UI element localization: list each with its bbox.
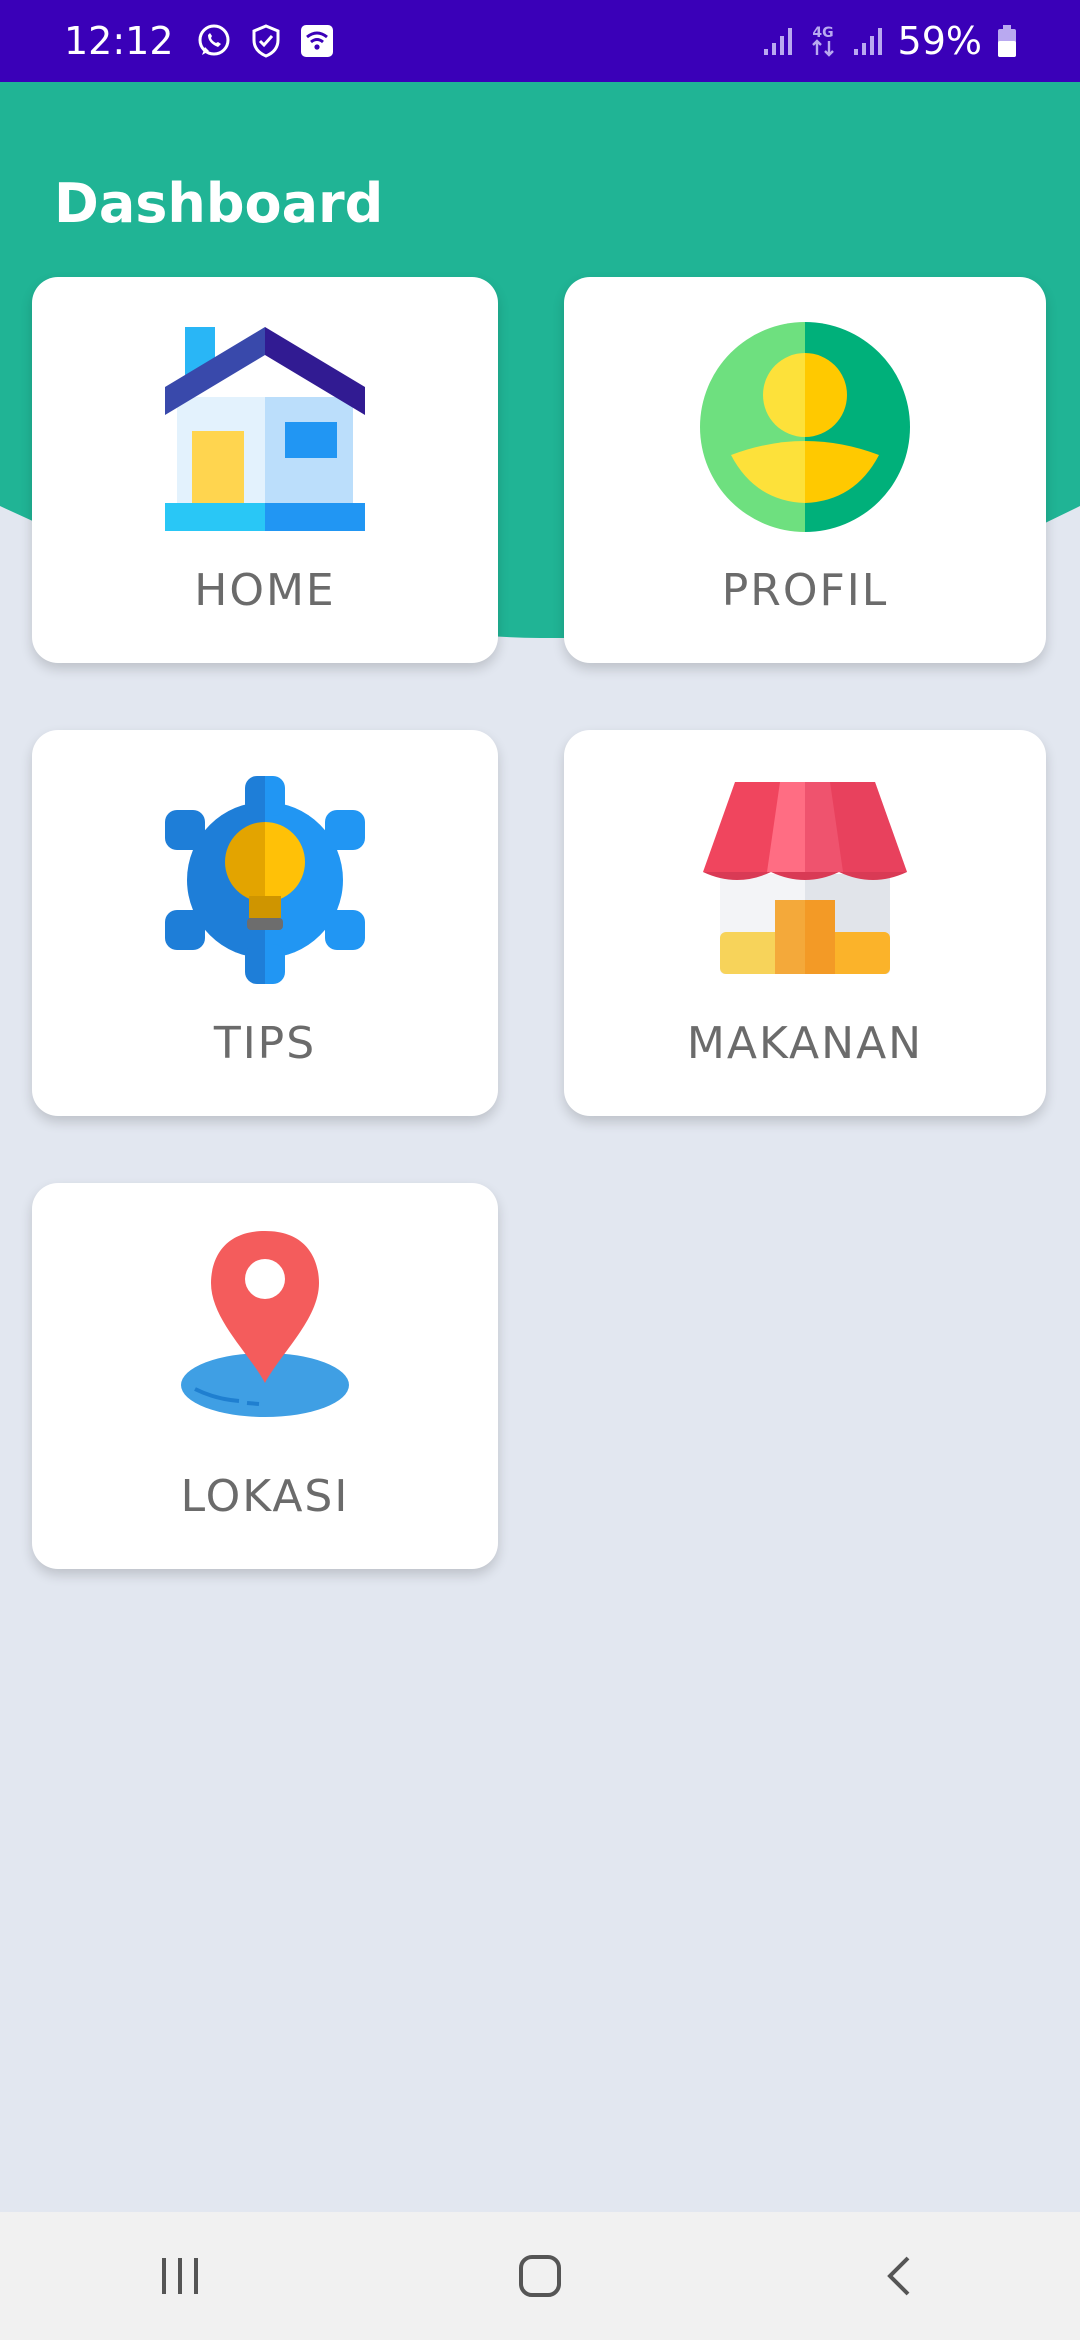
shop-icon — [695, 770, 915, 990]
recent-apps-icon — [162, 2258, 198, 2294]
menu-card-tips[interactable]: TIPS — [32, 730, 498, 1116]
signal-icon — [852, 25, 884, 57]
whatsapp-icon — [196, 23, 232, 59]
menu-card-makanan[interactable]: MAKANAN — [564, 730, 1046, 1116]
menu-card-label: PROFIL — [721, 565, 889, 616]
svg-text:4G: 4G — [812, 25, 833, 41]
menu-card-lokasi[interactable]: LOKASI — [32, 1183, 498, 1569]
user-profile-icon — [695, 317, 915, 537]
4g-icon: 4G — [808, 23, 838, 59]
wifi-icon — [300, 24, 334, 58]
status-time: 12:12 — [64, 19, 174, 63]
home-square-icon — [519, 2255, 561, 2297]
menu-card-label: LOKASI — [180, 1471, 350, 1522]
navigation-bar — [0, 2212, 1080, 2340]
back-nav-button[interactable] — [840, 2226, 960, 2326]
battery-percentage: 59% — [897, 19, 982, 63]
page-title: Dashboard — [54, 172, 384, 235]
status-bar: 12:12 4G 59% — [0, 0, 1080, 82]
menu-card-home[interactable]: HOME — [32, 277, 498, 663]
battery-icon — [996, 23, 1018, 59]
gear-lightbulb-icon — [155, 770, 375, 990]
signal-icon — [762, 25, 794, 57]
shield-icon — [250, 23, 282, 59]
location-pin-icon — [155, 1223, 375, 1443]
menu-card-label: TIPS — [213, 1018, 317, 1069]
back-chevron-icon — [887, 2256, 910, 2296]
menu-card-label: MAKANAN — [686, 1018, 924, 1069]
home-nav-button[interactable] — [480, 2226, 600, 2326]
recent-apps-button[interactable] — [120, 2226, 240, 2326]
house-icon — [155, 317, 375, 537]
menu-card-profil[interactable]: PROFIL — [564, 277, 1046, 663]
status-bar-left: 12:12 — [64, 19, 352, 63]
menu-card-label: HOME — [194, 565, 336, 616]
status-bar-right: 4G 59% — [762, 19, 1032, 63]
